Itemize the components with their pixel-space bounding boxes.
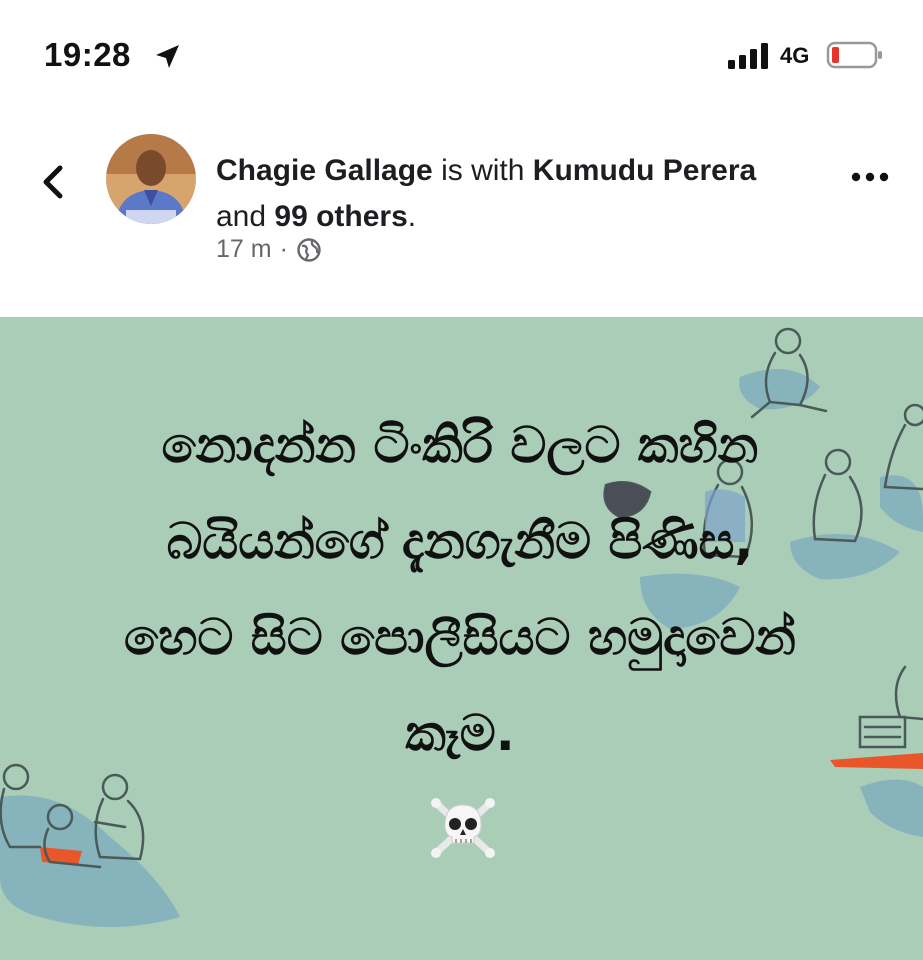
- and-text: and: [216, 200, 267, 233]
- post-time[interactable]: 17 m: [216, 235, 272, 264]
- caption-line: හෙට සිට පොලීසියට හමුදාවෙන්: [124, 608, 796, 666]
- post-image[interactable]: නොදන්න ටිංකිරි වලට කහින බයියන්ගේ දැනගැනී…: [0, 317, 923, 960]
- title-period: .: [407, 200, 417, 233]
- post-title: Chagie Gallage is with Kumudu Perera and…: [216, 148, 796, 240]
- post-header: Chagie Gallage is with Kumudu Perera and…: [0, 110, 923, 315]
- avatar-photo: [106, 134, 196, 224]
- meta-separator: ·: [279, 235, 288, 263]
- post-meta: 17 m ·: [216, 235, 322, 264]
- status-time: 19:28: [44, 36, 131, 73]
- more-options-icon[interactable]: [850, 170, 890, 184]
- caption-line: බයියන්ගේ දැනගැනීම පිණිස,: [166, 512, 754, 570]
- back-chevron-icon[interactable]: [38, 162, 68, 202]
- caption-line: කෑම.: [405, 704, 515, 762]
- tagged-others[interactable]: 99 others: [274, 200, 407, 233]
- skull-crossbones-emoji: [431, 798, 495, 858]
- battery-low-icon: [826, 41, 882, 69]
- status-bar: 19:28 4G: [0, 0, 923, 110]
- author-avatar[interactable]: [106, 134, 196, 224]
- tagged-person[interactable]: Kumudu Perera: [533, 154, 756, 187]
- network-type: 4G: [780, 43, 810, 68]
- globe-icon: [297, 237, 321, 262]
- caption-line: නොදන්න ටිංකිරි වලට කහින: [161, 416, 759, 474]
- location-arrow-icon: [156, 45, 179, 68]
- cellular-signal-icon: [728, 43, 768, 69]
- is-with-text: is with: [441, 154, 525, 187]
- author-name[interactable]: Chagie Gallage: [216, 154, 433, 187]
- image-caption: නොදන්න ටිංකිරි වලට කහින බයියන්ගේ දැනගැනී…: [60, 397, 860, 781]
